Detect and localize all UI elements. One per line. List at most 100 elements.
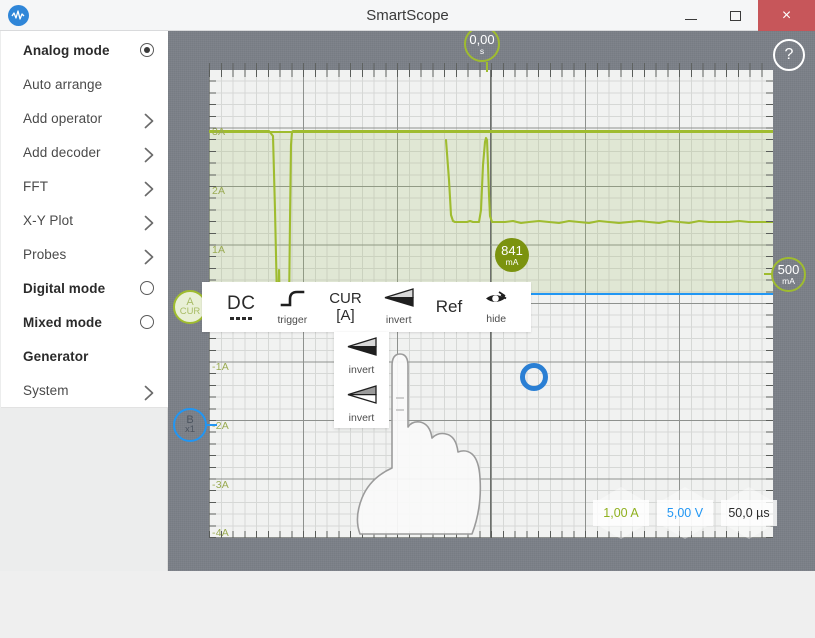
grid-top-ticks — [209, 70, 773, 77]
invert-option-off-label: invert — [349, 412, 375, 424]
channel-a-range-value: 500 — [778, 263, 800, 276]
trigger-label: trigger — [277, 314, 307, 326]
sidebar-item-label: Probes — [23, 247, 66, 262]
trigger-button[interactable]: trigger — [266, 282, 318, 332]
sidebar-menu: Analog mode Auto arrange Add operator Add d… — [1, 31, 168, 408]
channel-a-range-badge[interactable]: 500 mA — [771, 257, 806, 292]
trigger-edge-icon — [281, 289, 304, 313]
sidebar-item-label: Generator — [23, 349, 88, 364]
sidebar-item-x-y-plot[interactable]: X-Y Plot — [1, 203, 168, 237]
grid-right-ticks — [766, 70, 773, 538]
time-cursor-value: 0,00 — [469, 33, 494, 46]
bottom-toolbar: require trigger trigger stop record — [0, 571, 815, 638]
invert-option-on-label: invert — [349, 364, 375, 376]
channel-a-scale-down-icon[interactable] — [599, 526, 643, 539]
channel-a-scale-value: 1,00 A — [593, 500, 649, 526]
cursor-button[interactable]: CUR [A] — [318, 282, 373, 332]
channel-a-scale-up-icon[interactable] — [599, 487, 643, 500]
sidebar-item-label: FFT — [23, 179, 48, 194]
minimize-button[interactable] — [668, 0, 713, 31]
close-icon: × — [782, 8, 791, 24]
channel-b-handle-mode: x1 — [185, 425, 195, 435]
sidebar-item-mixed-mode[interactable]: Mixed mode — [1, 305, 168, 339]
sidebar-item-add-decoder[interactable]: Add decoder — [1, 135, 168, 169]
sidebar-item-probes[interactable]: Probes — [1, 237, 168, 271]
hide-button[interactable]: hide — [473, 282, 519, 332]
invert-option-on[interactable]: invert — [334, 332, 389, 380]
chevron-right-icon[interactable] — [144, 385, 154, 395]
channel-b-handle[interactable]: B x1 — [173, 408, 207, 442]
timebase-control[interactable]: 50,0 µs — [721, 487, 777, 539]
channel-a-scale-control[interactable]: 1,00 A — [593, 487, 649, 539]
sidebar-item-system[interactable]: System — [1, 373, 168, 407]
scale-controls: 1,00 A 5,00 V 50,0 µs — [593, 487, 777, 539]
channel-b-scale-control[interactable]: 5,00 V — [657, 487, 713, 539]
sidebar-item-label: System — [23, 383, 69, 398]
invert-label: invert — [386, 314, 412, 326]
channel-b-handle-nub — [207, 424, 217, 426]
radio-icon[interactable] — [140, 281, 154, 295]
sidebar-item-analog-mode[interactable]: Analog mode — [1, 33, 168, 67]
reference-button[interactable]: Ref — [425, 282, 473, 332]
sidebar: Analog mode Auto arrange Add operator Add d… — [0, 31, 168, 638]
sidebar-item-auto-arrange[interactable]: Auto arrange — [1, 67, 168, 101]
channel-b-scale-up-icon[interactable] — [663, 487, 707, 500]
sidebar-item-label: Add decoder — [23, 145, 101, 160]
dc-line-icon — [230, 317, 252, 320]
hide-label: hide — [486, 313, 506, 325]
reference-label: Ref — [436, 297, 462, 317]
sidebar-item-label: Digital mode — [23, 281, 105, 296]
invert-dropdown-menu[interactable]: invert invert — [334, 332, 389, 428]
sidebar-item-fft[interactable]: FFT — [1, 169, 168, 203]
smartscope-window: SmartScope × Analog mode Auto arrange Add … — [0, 0, 815, 638]
chevron-right-icon[interactable] — [144, 147, 154, 157]
title-bar: SmartScope × — [0, 0, 815, 31]
invert-icon — [384, 288, 414, 313]
sidebar-item-label: Auto arrange — [23, 77, 102, 92]
help-icon: ? — [785, 46, 794, 64]
maximize-button[interactable] — [713, 0, 758, 31]
channel-a-range-stem — [764, 273, 773, 275]
chevron-right-icon[interactable] — [144, 249, 154, 259]
sidebar-item-label: X-Y Plot — [23, 213, 73, 228]
timebase-down-icon[interactable] — [727, 526, 771, 539]
scope-top-ruler — [209, 63, 773, 70]
radio-icon[interactable] — [140, 43, 154, 57]
time-cursor-unit: s — [480, 47, 484, 56]
cursor-label: CUR — [329, 291, 362, 307]
coupling-label: DC — [227, 294, 255, 313]
cursor-unit: [A] — [336, 308, 354, 324]
channel-b-scale-down-icon[interactable] — [663, 526, 707, 539]
channel-a-level-badge[interactable]: 841 mA — [495, 238, 529, 272]
sidebar-item-label: Add operator — [23, 111, 102, 126]
channel-a-level-unit: mA — [506, 258, 519, 267]
eye-slash-icon — [484, 290, 508, 312]
sidebar-item-label: Mixed mode — [23, 315, 102, 330]
close-button[interactable]: × — [758, 0, 815, 31]
invert-off-icon — [347, 385, 377, 410]
invert-option-off[interactable]: invert — [334, 380, 389, 428]
timebase-up-icon[interactable] — [727, 487, 771, 500]
channel-a-level-value: 841 — [501, 244, 523, 257]
sidebar-item-generator[interactable]: Generator — [1, 339, 168, 373]
invert-button[interactable]: invert — [373, 282, 425, 332]
chevron-right-icon[interactable] — [144, 181, 154, 191]
sidebar-item-digital-mode[interactable]: Digital mode — [1, 271, 168, 305]
sidebar-item-add-operator[interactable]: Add operator — [1, 101, 168, 135]
chevron-right-icon[interactable] — [144, 215, 154, 225]
invert-on-icon — [347, 337, 377, 362]
radio-icon[interactable] — [140, 315, 154, 329]
chevron-right-icon[interactable] — [144, 113, 154, 123]
time-cursor-badge[interactable]: 0,00 s — [464, 31, 500, 62]
window-controls: × — [668, 0, 815, 31]
channel-b-scale-value: 5,00 V — [657, 500, 713, 526]
sidebar-item-label: Analog mode — [23, 43, 110, 58]
help-button[interactable]: ? — [773, 39, 805, 71]
channel-toolbar: DC trigger CUR [A] inv — [202, 282, 531, 332]
channel-a-range-unit: mA — [782, 277, 795, 286]
coupling-button[interactable]: DC — [216, 282, 266, 332]
time-cursor-stem — [486, 62, 488, 72]
scope-view[interactable]: 3A 2A 1A -1A -2A -3A -4A 0,00 s 841 mA 5… — [168, 31, 815, 571]
timebase-value: 50,0 µs — [721, 500, 777, 526]
channel-a-handle-mode: CUR — [180, 307, 201, 317]
